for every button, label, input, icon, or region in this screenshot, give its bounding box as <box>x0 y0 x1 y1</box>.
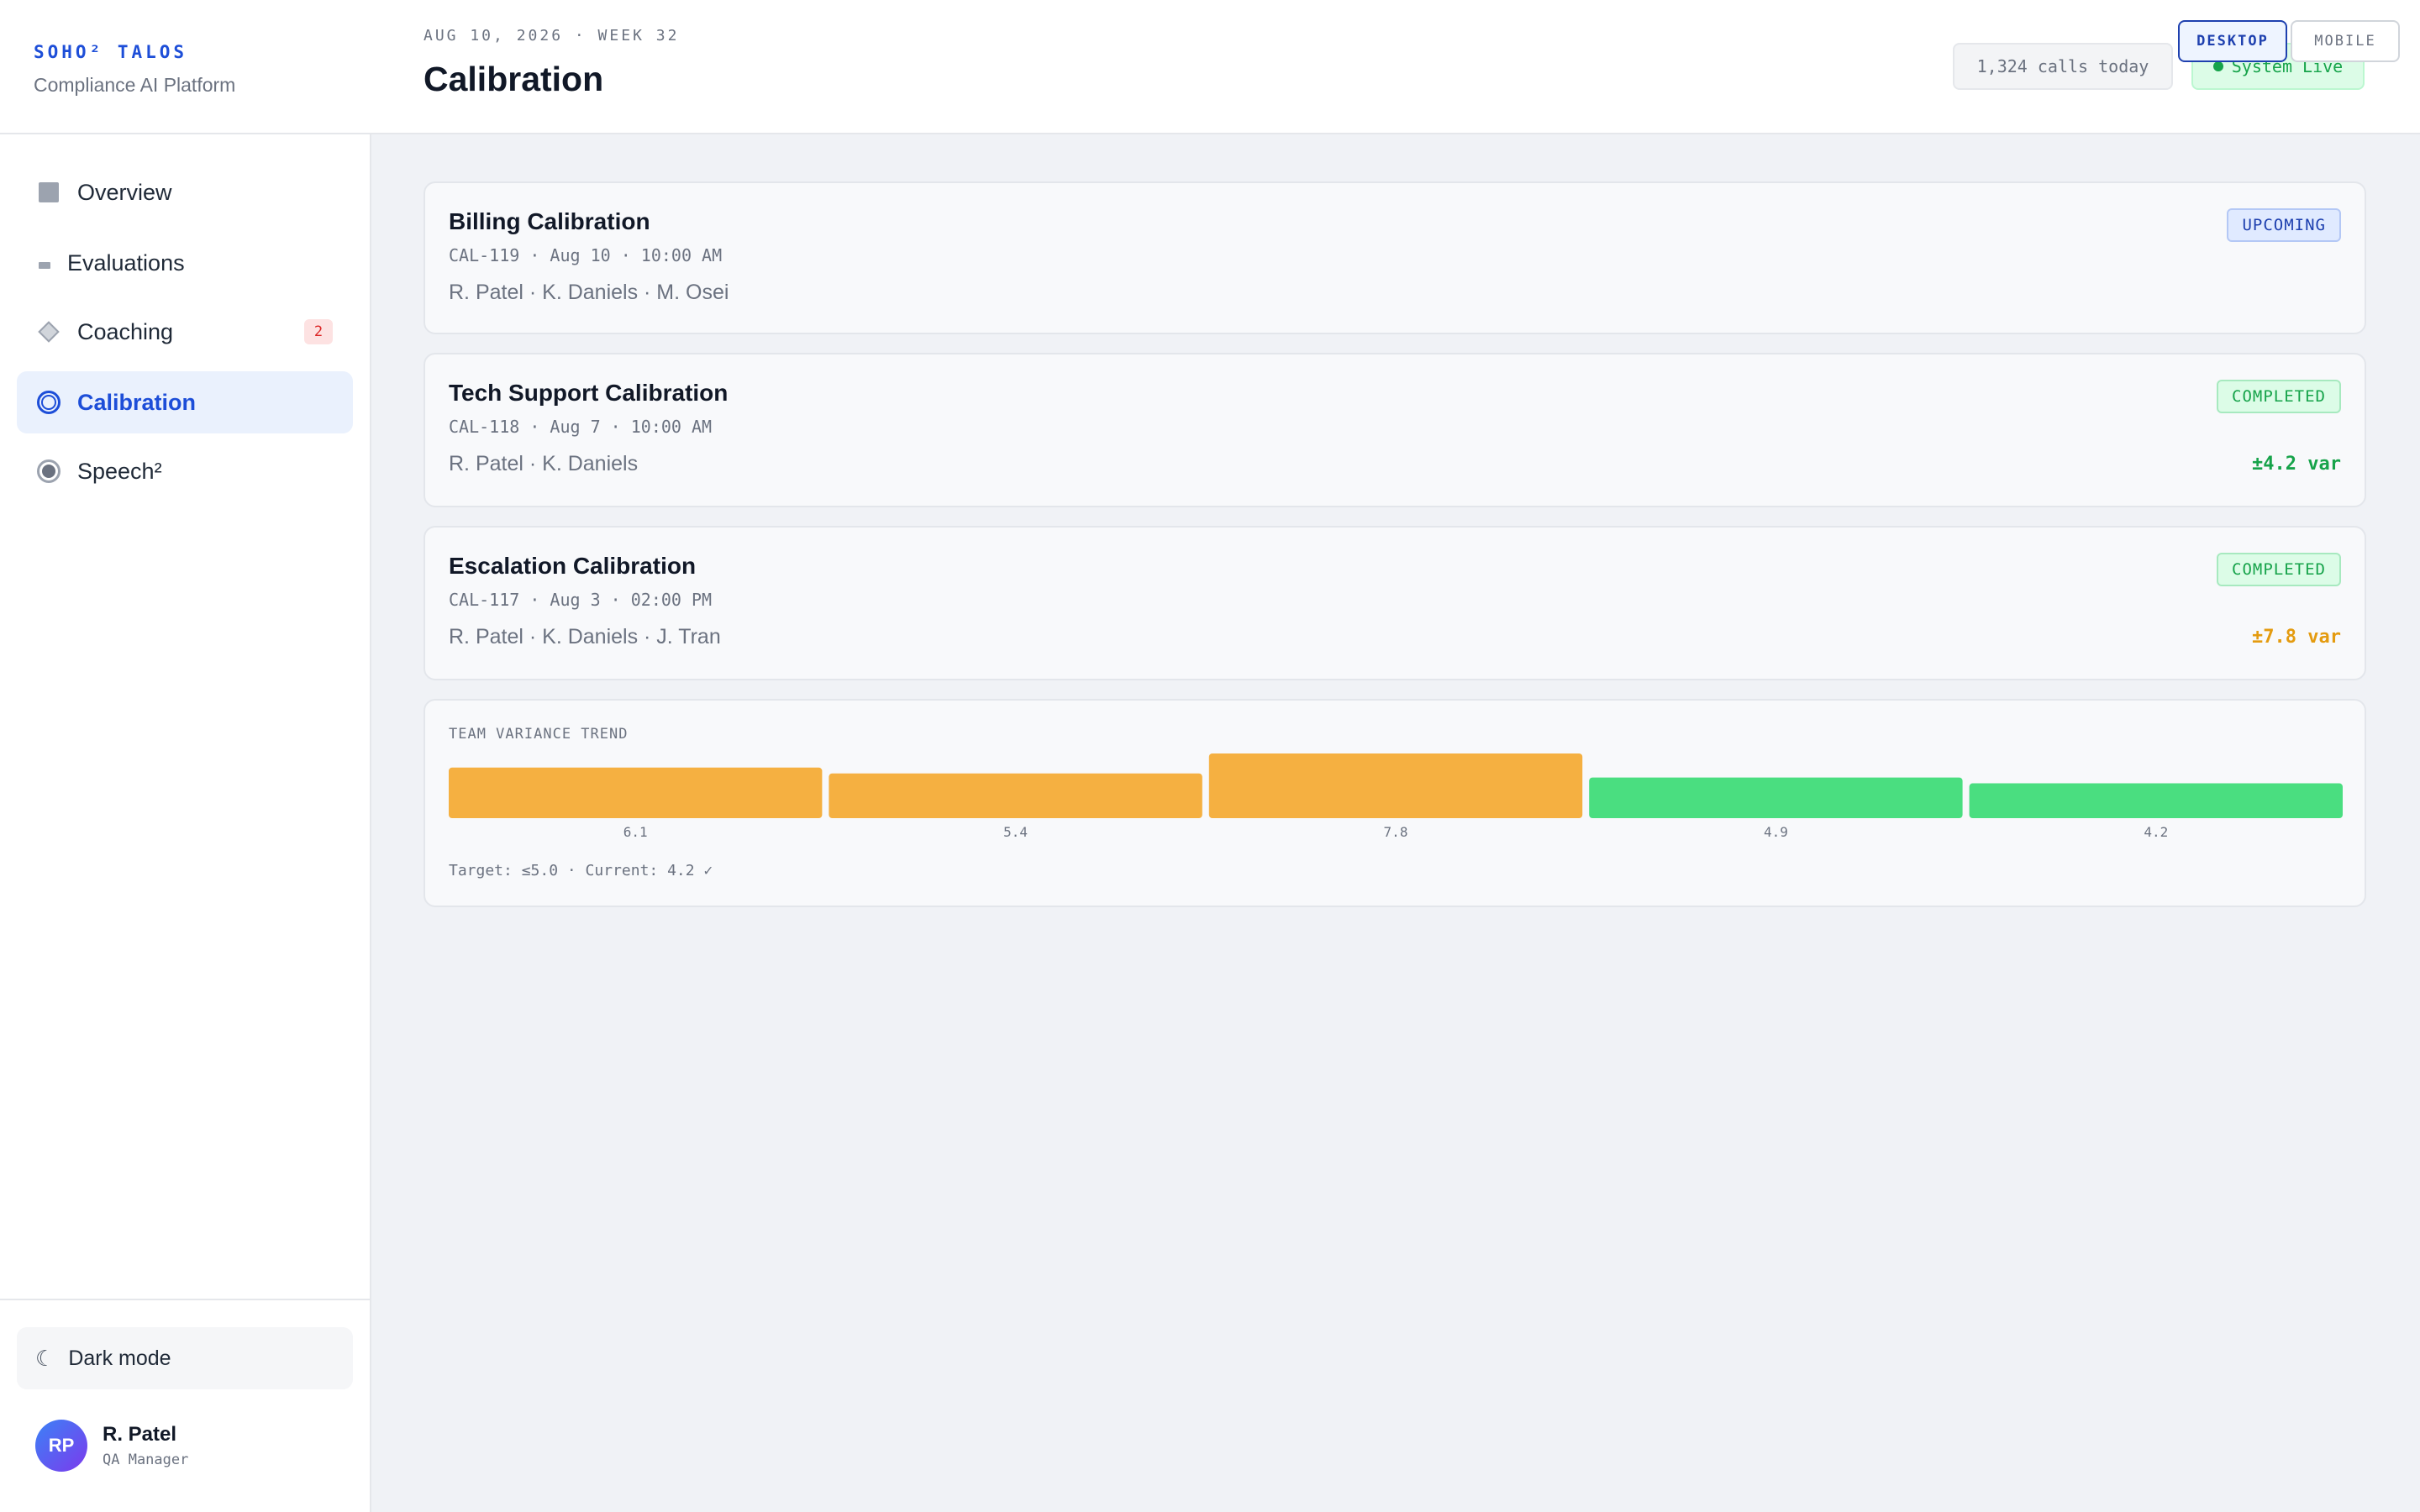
speech-circle-icon <box>37 459 60 483</box>
coaching-count-badge: 2 <box>304 319 333 344</box>
dark-mode-label: Dark mode <box>68 1346 171 1370</box>
sidebar-item-label: Evaluations <box>67 249 185 276</box>
session-title: Escalation Calibration <box>449 553 697 579</box>
brand-subtitle: Compliance AI Platform <box>34 74 236 96</box>
sidebar-item-label: Speech² <box>77 458 162 484</box>
chart-title: TEAM VARIANCE TREND <box>449 726 629 743</box>
top-header: SOHO² TALOS Compliance AI Platform AUG 1… <box>0 0 2420 134</box>
session-participants: R. Patel · K. Daniels · M. Osei <box>449 281 729 304</box>
variance-bar <box>1208 753 1583 818</box>
status-badge: COMPLETED <box>2217 380 2341 413</box>
chart-note: Target: ≤5.0 · Current: 4.2 ✓ <box>449 862 713 879</box>
status-badge: COMPLETED <box>2217 553 2341 586</box>
sidebar-item-label: Coaching <box>77 318 174 344</box>
status-dot-icon <box>2212 61 2223 71</box>
desktop-view-button[interactable]: DESKTOP <box>2178 20 2287 62</box>
calls-today-badge: 1,324 calls today <box>1953 43 2173 90</box>
session-participants: R. Patel · K. Daniels · J. Tran <box>449 625 721 648</box>
sidebar-item-coaching[interactable]: Coaching 2 <box>17 301 353 363</box>
brand: SOHO² TALOS Compliance AI Platform <box>34 42 235 97</box>
moon-icon: ☾ <box>35 1345 55 1371</box>
user-info: R. Patel QA Manager <box>103 1423 188 1468</box>
page-title: Calibration <box>424 60 604 98</box>
variance-value: ±4.2 var <box>2252 454 2341 475</box>
sidebar-item-label: Calibration <box>77 389 197 415</box>
session-title: Tech Support Calibration <box>449 380 729 406</box>
sidebar-item-speech[interactable]: Speech² <box>17 440 353 502</box>
page-heading: AUG 10, 2026 · WEEK 32 Calibration <box>424 27 679 99</box>
sidebar-item-evaluations[interactable]: Evaluations <box>17 232 353 294</box>
session-card-escalation[interactable]: Escalation Calibration CAL-117 · Aug 3 ·… <box>424 526 2366 680</box>
user-profile[interactable]: RP R. Patel QA Manager <box>35 1420 188 1472</box>
brand-name: SOHO² TALOS <box>34 42 188 62</box>
mobile-view-button[interactable]: MOBILE <box>2291 20 2400 62</box>
bar-value-label: 5.4 <box>1003 824 1028 840</box>
variance-bar <box>829 773 1202 818</box>
status-badge: UPCOMING <box>2227 208 2341 242</box>
sidebar-item-calibration[interactable]: Calibration <box>17 371 353 433</box>
session-card-billing[interactable]: Billing Calibration CAL-119 · Aug 10 · 1… <box>424 181 2366 334</box>
view-toggle: DESKTOP MOBILE <box>2178 20 2400 62</box>
target-icon <box>37 391 60 414</box>
avatar: RP <box>35 1420 87 1472</box>
grid-square-icon <box>37 181 60 204</box>
sidebar-item-overview[interactable]: Overview <box>17 161 353 223</box>
variance-bar <box>1969 783 2343 818</box>
diamond-icon <box>37 320 60 344</box>
dark-mode-toggle[interactable]: ☾ Dark mode <box>17 1327 353 1389</box>
session-participants: R. Patel · K. Daniels <box>449 452 639 475</box>
session-meta: CAL-117 · Aug 3 · 02:00 PM <box>449 590 713 610</box>
variance-trend-chart: 6.1 5.4 7.8 4.9 4.2 <box>449 753 2343 840</box>
variance-bar <box>449 767 823 818</box>
variance-trend-card: TEAM VARIANCE TREND 6.1 5.4 7.8 4.9 4.2 Targ… <box>424 699 2366 907</box>
variance-bar <box>1589 777 1963 818</box>
session-meta: CAL-118 · Aug 7 · 10:00 AM <box>449 417 713 437</box>
bar-value-label: 6.1 <box>623 824 648 840</box>
sidebar-item-label: Overview <box>77 179 172 205</box>
page-date: AUG 10, 2026 · WEEK 32 <box>424 27 680 45</box>
sidebar-divider <box>0 1299 370 1300</box>
user-name: R. Patel <box>103 1423 177 1446</box>
bars-icon <box>37 251 52 275</box>
variance-value: ±7.8 var <box>2252 627 2341 648</box>
bar-value-label: 7.8 <box>1384 824 1408 840</box>
bar-value-label: 4.9 <box>1764 824 1788 840</box>
session-card-tech-support[interactable]: Tech Support Calibration CAL-118 · Aug 7… <box>424 353 2366 507</box>
session-title: Billing Calibration <box>449 208 650 234</box>
sidebar: Overview Evaluations Coaching 2 Calibrat… <box>0 134 371 1512</box>
bar-value-label: 4.2 <box>2144 824 2168 840</box>
user-role: QA Manager <box>103 1452 189 1468</box>
session-meta: CAL-119 · Aug 10 · 10:00 AM <box>449 245 723 265</box>
